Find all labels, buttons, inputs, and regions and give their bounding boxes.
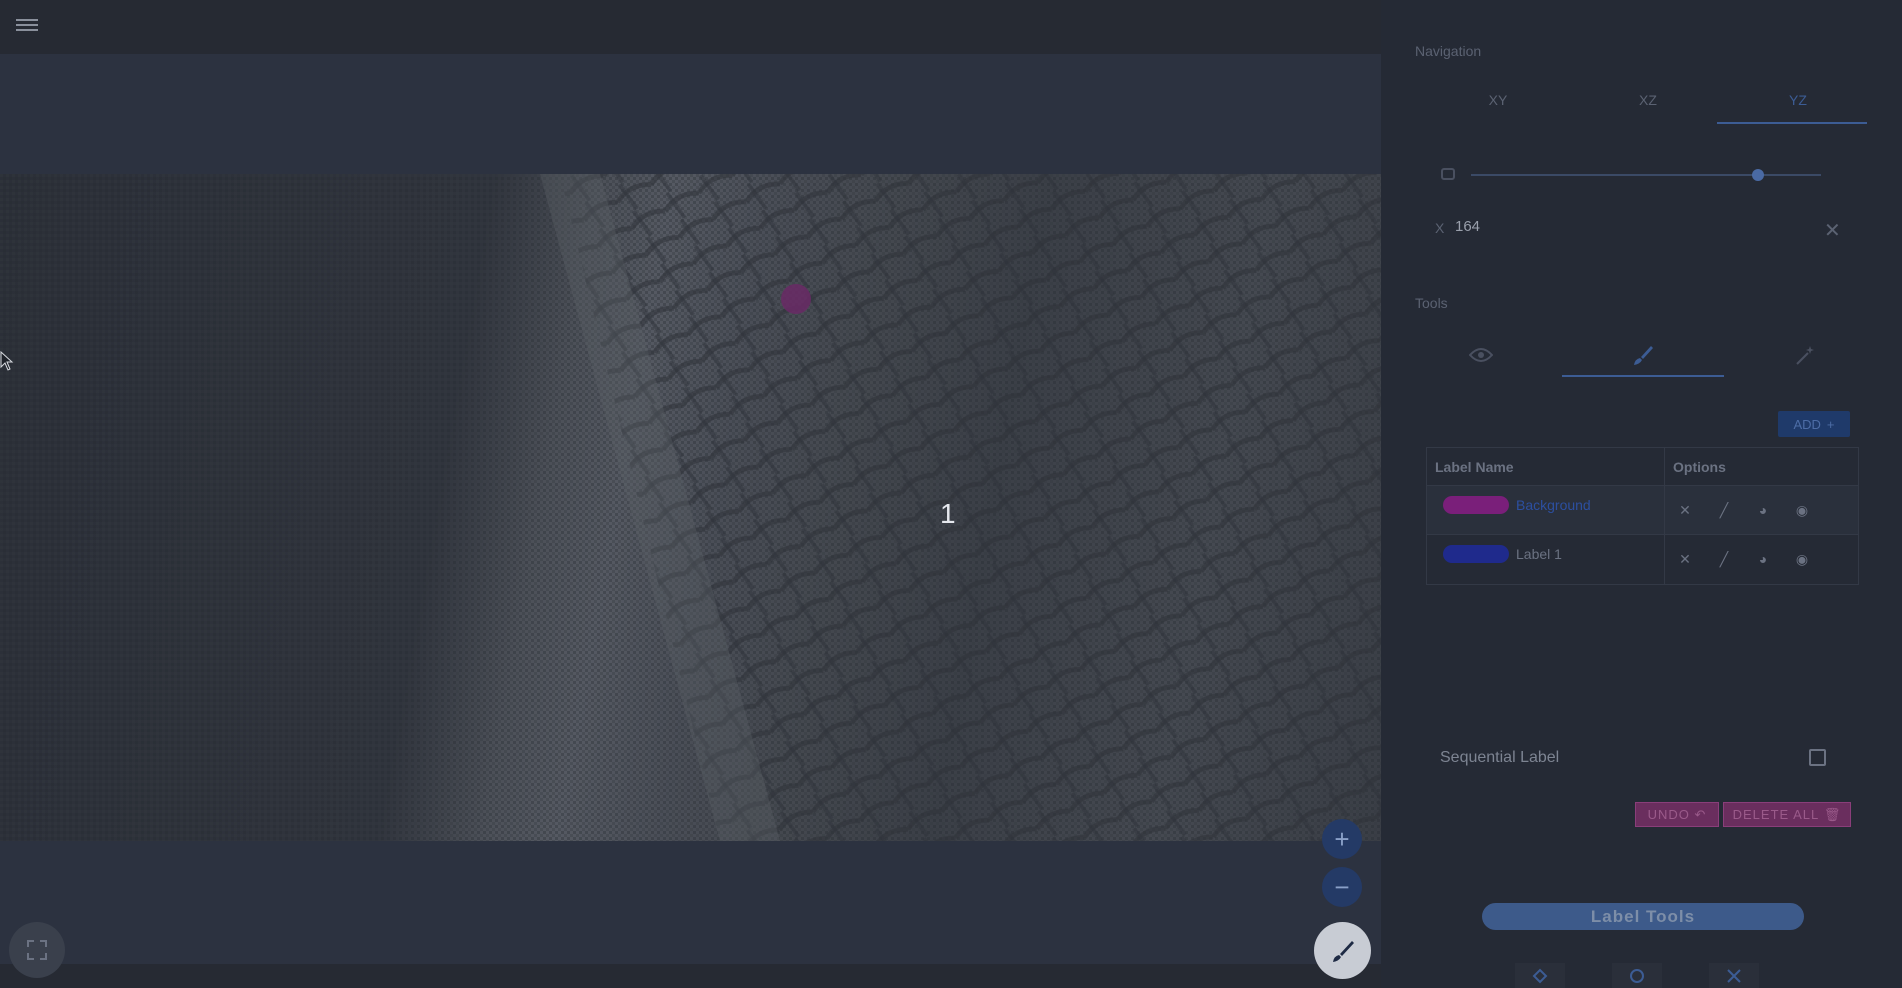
- zoom-in-button[interactable]: +: [1322, 819, 1362, 859]
- visibility-icon[interactable]: ◉: [1792, 500, 1812, 520]
- plus-icon: +: [1826, 416, 1835, 432]
- slice-slider-track[interactable]: [1471, 174, 1821, 176]
- clear-icon[interactable]: ✕: [1824, 218, 1841, 243]
- add-label-button[interactable]: ADD +: [1778, 411, 1850, 437]
- tab-yz[interactable]: YZ: [1723, 92, 1873, 108]
- coord-axis-label: X: [1435, 220, 1445, 236]
- edit-label-icon[interactable]: ╱: [1714, 500, 1734, 520]
- fill-tool-icon[interactable]: [1515, 963, 1565, 988]
- edit-label-icon[interactable]: ╱: [1714, 549, 1734, 569]
- tab-xz[interactable]: XZ: [1573, 92, 1723, 108]
- label-marker-dot: [781, 284, 811, 314]
- fullscreen-icon: [27, 940, 47, 960]
- label-tools-button[interactable]: Label Tools: [1482, 903, 1804, 930]
- visibility-icon[interactable]: ◉: [1792, 549, 1812, 569]
- header-label-name: Label Name: [1427, 448, 1665, 485]
- palette-icon[interactable]: ◕: [1753, 500, 1773, 520]
- bottom-strip: [0, 964, 1381, 988]
- slice-slider-thumb[interactable]: [1752, 169, 1764, 181]
- zoom-out-button[interactable]: −: [1322, 867, 1362, 907]
- tools-title: Tools: [1415, 295, 1448, 311]
- magic-wand-icon[interactable]: [1790, 340, 1820, 370]
- coord-input[interactable]: [1455, 218, 1755, 235]
- slice-number: 1: [940, 498, 956, 529]
- add-label-text: ADD: [1793, 416, 1821, 432]
- label-table-header: Label Name Options: [1427, 448, 1858, 486]
- top-bar: [0, 0, 1381, 54]
- brush-icon: [1332, 940, 1354, 962]
- label-row-label-1[interactable]: Label 1 ✕ ╱ ◕ ◉: [1427, 535, 1858, 584]
- label-table: Label Name Options Background ✕ ╱ ◕ ◉ La…: [1426, 447, 1859, 585]
- transform-tool-icon[interactable]: [1709, 963, 1759, 988]
- side-panel: Navigation XY XZ YZ X ✕ Tools ADD + Labe…: [1381, 0, 1902, 988]
- undo-label: UNDO: [1647, 807, 1690, 822]
- image-texture: [0, 174, 1381, 841]
- label-row-background[interactable]: Background ✕ ╱ ◕ ◉: [1427, 486, 1858, 535]
- header-options: Options: [1673, 459, 1726, 475]
- undo-button[interactable]: UNDO ↶: [1635, 802, 1719, 827]
- sequential-label-checkbox[interactable]: [1809, 749, 1826, 766]
- tool-active-indicator: [1562, 375, 1724, 377]
- image-viewer[interactable]: 1: [0, 174, 1381, 841]
- delete-all-button[interactable]: DELETE ALL 🗑: [1723, 802, 1851, 827]
- tab-xy[interactable]: XY: [1423, 92, 1573, 108]
- color-swatch[interactable]: [1443, 545, 1509, 563]
- sequential-label-text: Sequential Label: [1440, 749, 1560, 766]
- undo-icon: ↶: [1694, 806, 1707, 822]
- tab-active-indicator: [1717, 122, 1867, 124]
- delete-label-icon[interactable]: ✕: [1675, 500, 1695, 520]
- delete-all-label: DELETE ALL: [1732, 807, 1820, 822]
- slider-icon: [1441, 168, 1455, 180]
- color-swatch[interactable]: [1443, 496, 1509, 514]
- mouse-cursor-icon: [0, 351, 14, 371]
- navigation-title: Navigation: [1415, 43, 1482, 59]
- trash-icon: 🗑: [1823, 806, 1842, 822]
- eye-icon[interactable]: [1466, 340, 1496, 370]
- label-name[interactable]: Background: [1516, 497, 1591, 513]
- region-tool-icon[interactable]: [1612, 963, 1662, 988]
- menu-icon[interactable]: [16, 16, 38, 36]
- fullscreen-button[interactable]: [9, 922, 65, 978]
- label-name[interactable]: Label 1: [1516, 546, 1562, 562]
- delete-label-icon[interactable]: ✕: [1675, 549, 1695, 569]
- palette-icon[interactable]: ◕: [1753, 549, 1773, 569]
- brush-mode-button[interactable]: [1314, 922, 1371, 979]
- brush-icon[interactable]: [1628, 340, 1658, 370]
